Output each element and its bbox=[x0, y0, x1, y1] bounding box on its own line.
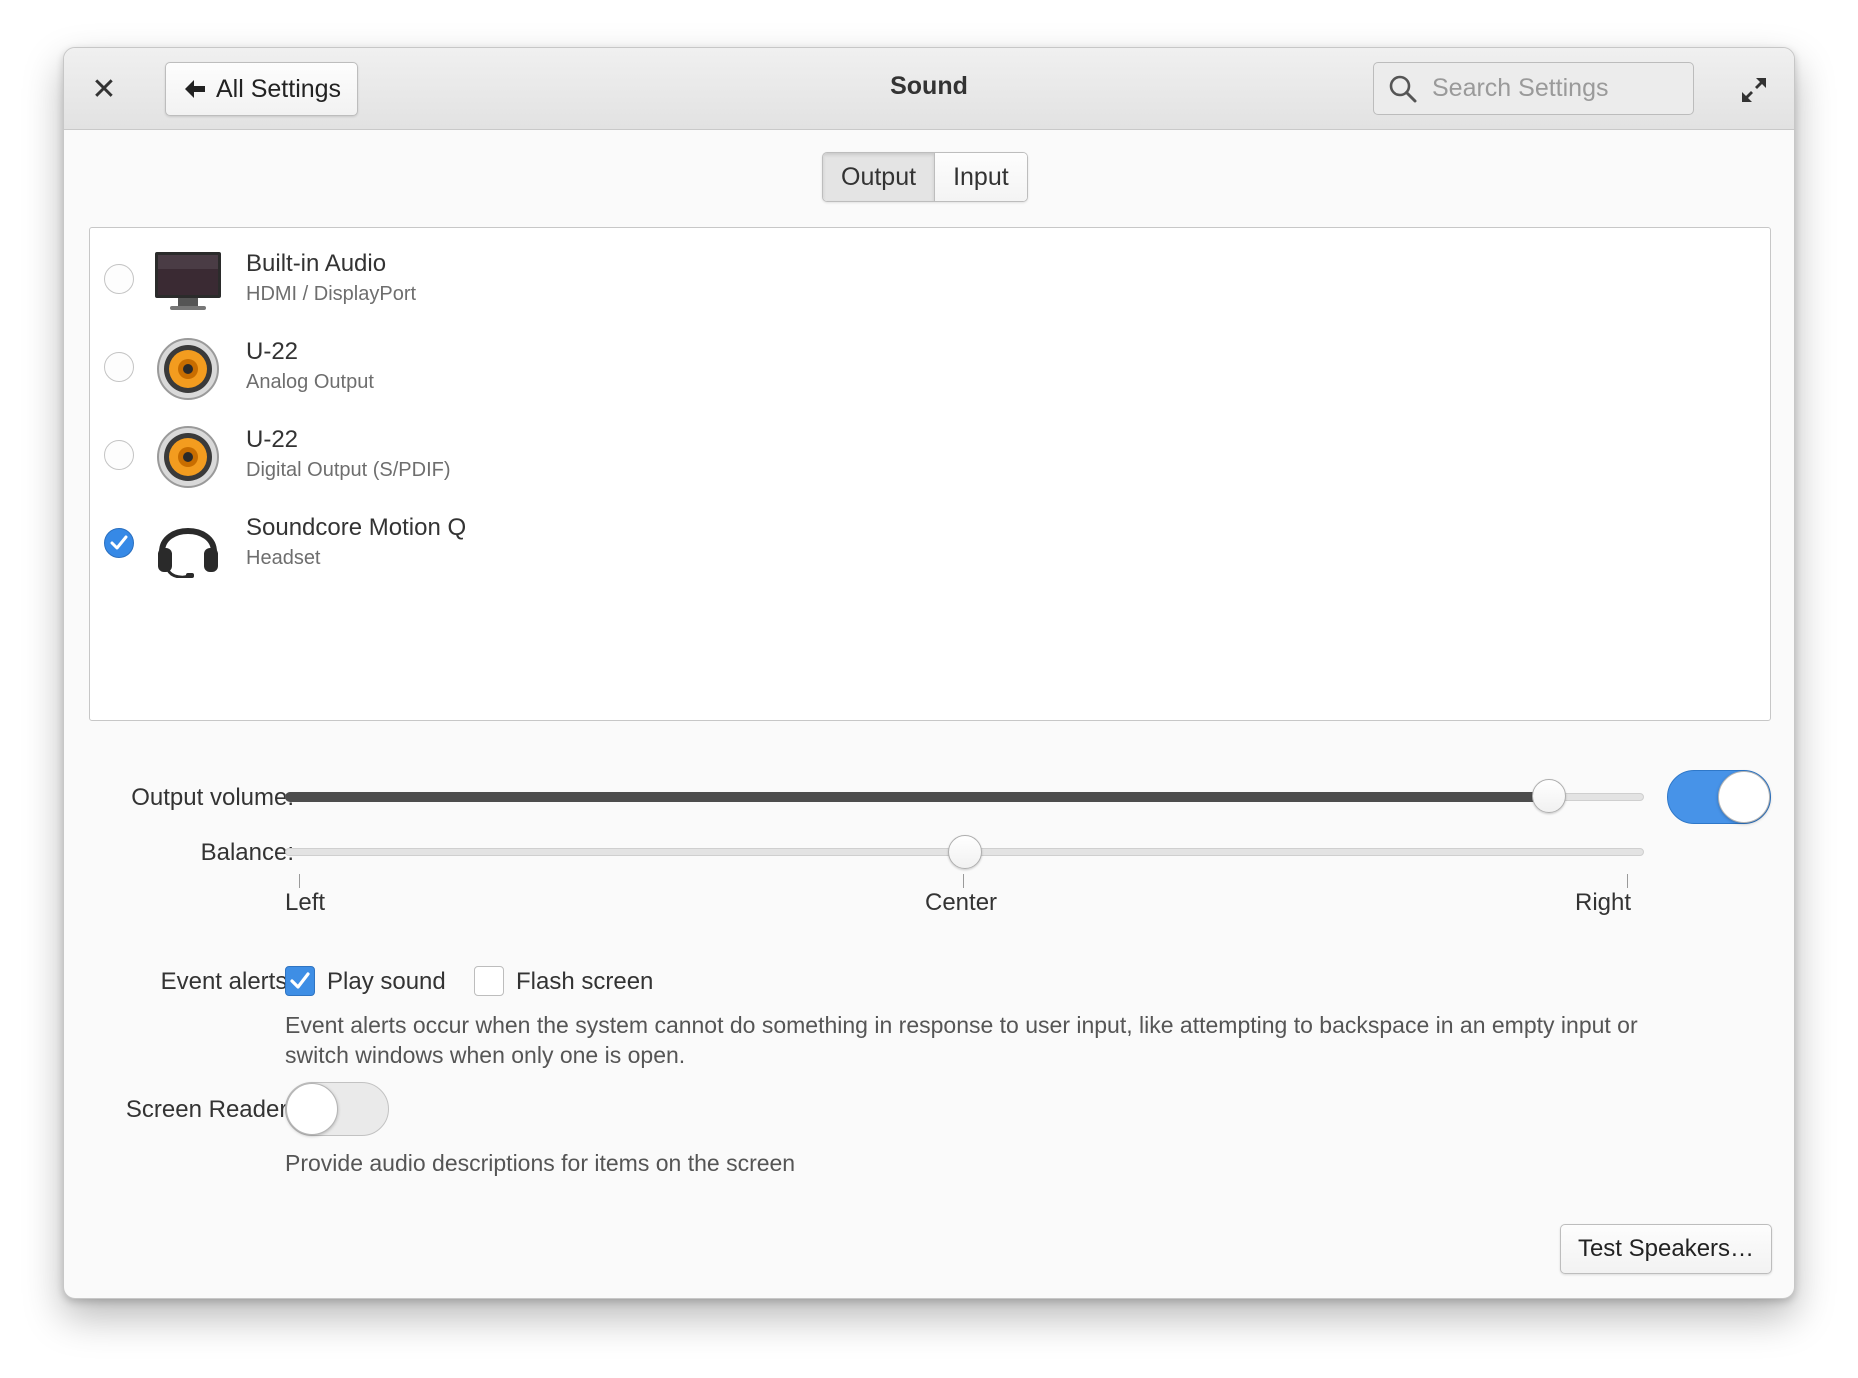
device-description: Headset bbox=[246, 547, 321, 569]
play-sound-checkbox[interactable] bbox=[285, 966, 315, 996]
tab-input[interactable]: Input bbox=[935, 153, 1027, 201]
device-radio[interactable] bbox=[104, 352, 134, 382]
flash-screen-label[interactable]: Flash screen bbox=[516, 968, 653, 996]
device-row-soundcore[interactable]: Soundcore Motion Q Headset bbox=[90, 498, 1770, 586]
event-alerts-help: Event alerts occur when the system canno… bbox=[285, 1012, 1638, 1068]
output-input-switcher: Output Input bbox=[822, 152, 1028, 202]
volume-slider-knob[interactable] bbox=[1531, 779, 1566, 813]
speaker-icon bbox=[157, 426, 219, 488]
device-row-built-in-audio[interactable]: Built-in Audio HDMI / DisplayPort bbox=[90, 234, 1770, 322]
device-description: Analog Output bbox=[246, 371, 374, 393]
screen-reader-help: Provide audio descriptions for items on … bbox=[285, 1150, 796, 1176]
screen-reader-switch[interactable] bbox=[285, 1082, 389, 1136]
test-speakers-button[interactable]: Test Speakers… bbox=[1560, 1224, 1772, 1274]
device-radio[interactable] bbox=[104, 264, 134, 294]
search-icon bbox=[1389, 75, 1417, 102]
device-radio[interactable] bbox=[104, 440, 134, 470]
check-icon bbox=[110, 535, 128, 550]
balance-tick-left bbox=[299, 874, 300, 888]
screen-reader-label: Screen Reader: bbox=[125, 1096, 294, 1123]
device-description: HDMI / DisplayPort bbox=[246, 283, 417, 305]
monitor-icon bbox=[155, 252, 221, 310]
volume-mute-switch[interactable] bbox=[1667, 770, 1771, 824]
balance-tick-right bbox=[1627, 874, 1628, 888]
device-name: U-22 bbox=[246, 338, 299, 365]
device-description: Digital Output (S/PDIF) bbox=[246, 459, 451, 481]
balance-mark-right: Right bbox=[1575, 889, 1632, 916]
search-field[interactable] bbox=[1373, 62, 1694, 115]
headerbar: ✕ All Settings Sound bbox=[64, 48, 1794, 130]
balance-label: Balance: bbox=[200, 839, 294, 866]
maximize-icon[interactable] bbox=[1738, 74, 1770, 106]
check-icon bbox=[290, 972, 310, 989]
device-row-u22-digital[interactable]: U-22 Digital Output (S/PDIF) bbox=[90, 410, 1770, 498]
event-alerts-label: Event alerts: bbox=[160, 968, 294, 995]
volume-slider-fill bbox=[285, 792, 1549, 802]
device-radio-checked[interactable] bbox=[104, 528, 134, 558]
speaker-icon bbox=[157, 338, 219, 400]
search-input[interactable] bbox=[1432, 74, 1672, 103]
balance-slider-knob[interactable] bbox=[947, 835, 982, 869]
device-name: Soundcore Motion Q bbox=[246, 514, 467, 541]
output-volume-label: Output volume: bbox=[131, 784, 294, 811]
balance-tick-center bbox=[963, 874, 964, 888]
play-sound-label[interactable]: Play sound bbox=[327, 968, 446, 996]
switch-thumb bbox=[286, 1083, 338, 1135]
device-name: U-22 bbox=[246, 426, 299, 453]
device-name: Built-in Audio bbox=[246, 250, 387, 277]
switch-thumb bbox=[1718, 771, 1770, 823]
device-row-u22-analog[interactable]: U-22 Analog Output bbox=[90, 322, 1770, 410]
flash-screen-checkbox[interactable] bbox=[474, 966, 504, 996]
sound-settings-window: ✕ All Settings Sound Output Input bbox=[63, 47, 1795, 1299]
balance-mark-left: Left bbox=[285, 889, 326, 916]
device-list: Built-in Audio HDMI / DisplayPort U-22 A… bbox=[89, 227, 1771, 721]
balance-mark-center: Center bbox=[925, 889, 998, 916]
tab-output[interactable]: Output bbox=[823, 153, 936, 201]
headset-icon bbox=[158, 528, 218, 578]
